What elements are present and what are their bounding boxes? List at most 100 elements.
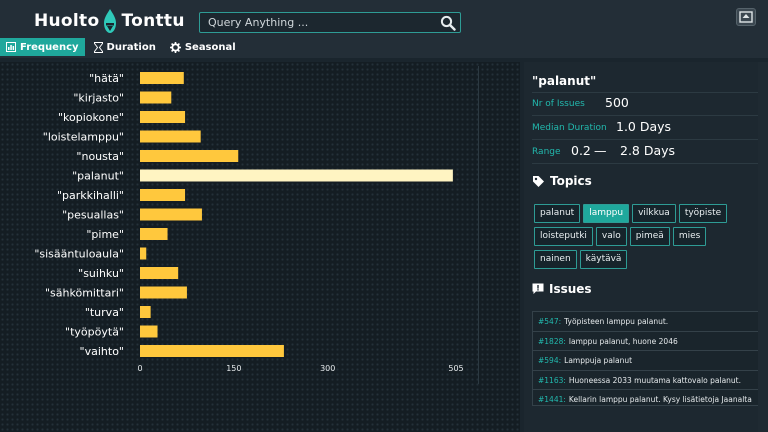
detail-title: "palanut" <box>532 74 597 88</box>
divider <box>532 139 758 140</box>
issue-id[interactable]: #594: <box>538 356 561 365</box>
hourglass-icon <box>93 41 103 53</box>
category-label: "kopiokone" <box>58 111 124 124</box>
tab-frequency[interactable]: Frequency <box>0 38 85 56</box>
issue-row[interactable]: #594: Lamppuja palanut <box>533 351 759 371</box>
issues-count-value: 500 <box>605 95 629 110</box>
median-duration-label: Median Duration <box>532 123 607 133</box>
topic-chip[interactable]: mies <box>672 227 707 246</box>
topics-heading: Topics <box>532 174 592 188</box>
issue-id[interactable]: #1441: <box>538 395 566 404</box>
category-label: "sisääntuloaula" <box>34 248 124 261</box>
range-label: Range <box>532 147 561 157</box>
category-label: "parkkihalli" <box>57 189 124 202</box>
issue-row[interactable]: #547: Työpisteen lamppu palanut. <box>533 312 759 332</box>
x-tick-label: 0 <box>137 364 142 373</box>
bar[interactable] <box>140 169 453 182</box>
bar[interactable] <box>140 325 158 338</box>
detail-panel: "palanut" Nr of Issues 500 Median Durati… <box>524 62 768 432</box>
topic-chip[interactable]: lamppu <box>583 204 630 223</box>
issue-text: Huoneessa 2033 muutama kattovalo palanut… <box>568 375 742 385</box>
search-input[interactable] <box>200 13 436 32</box>
divider <box>532 115 758 116</box>
gear-icon <box>169 41 181 53</box>
issue-row[interactable]: #1441: Kellarin lamppu palanut. Kysy lisä… <box>533 390 759 405</box>
category-label: "työpöytä" <box>65 326 124 339</box>
issue-row[interactable]: #1828: lamppu palanut, huone 2046 <box>533 331 759 351</box>
issue-text: Lamppuja palanut <box>564 356 633 365</box>
brand-name-right: Tonttu <box>121 11 185 31</box>
brand-name-left: Huolto <box>34 11 100 31</box>
category-label: "turva" <box>85 306 124 319</box>
issues-heading-label: Issues <box>549 282 592 296</box>
topic-chip[interactable]: palanut <box>534 204 581 223</box>
alert-message-icon <box>532 283 544 294</box>
bar[interactable] <box>140 306 151 318</box>
search-box <box>199 12 461 33</box>
category-label: "pime" <box>86 228 124 241</box>
topic-chip[interactable]: pimeä <box>629 227 670 246</box>
category-label: "pesuallas" <box>62 209 124 222</box>
brand-logo[interactable]: Huolto Tonttu <box>34 8 185 34</box>
category-label: "hätä" <box>89 72 124 85</box>
x-tick-label: 505 <box>448 364 463 373</box>
bar[interactable] <box>140 247 147 260</box>
x-tick-label: 300 <box>320 364 335 373</box>
export-button[interactable] <box>736 8 756 26</box>
divider <box>532 163 758 164</box>
issue-text: Työpisteen lamppu palanut. <box>564 317 669 326</box>
topic-chip[interactable]: työpiste <box>678 204 728 223</box>
issues-count-label: Nr of Issues <box>532 99 585 109</box>
x-tick-label: 150 <box>226 364 241 373</box>
scrollbar[interactable] <box>758 62 768 432</box>
bar[interactable] <box>140 228 168 240</box>
bar[interactable] <box>140 150 239 162</box>
bar[interactable] <box>140 286 187 299</box>
bar[interactable] <box>140 111 186 123</box>
bar[interactable] <box>140 130 201 143</box>
issue-id[interactable]: #547: <box>538 317 561 326</box>
range-high-value: 2.8 Days <box>620 143 676 158</box>
range-low-value: 0.2 <box>571 143 591 158</box>
category-label: "suihku" <box>78 267 124 280</box>
view-tabs: Frequency Duration Seasonal <box>0 38 245 56</box>
topic-chip[interactable]: vilkkua <box>632 204 676 223</box>
issue-id[interactable]: #1163: <box>538 376 566 385</box>
tab-duration[interactable]: Duration <box>89 38 161 56</box>
issues-list: #547: Työpisteen lamppu palanut. #1828: lam… <box>532 311 760 406</box>
tab-frequency-label: Frequency <box>20 41 79 53</box>
issue-row[interactable]: #1163: Huoneessa 2033 muutama kattovalo p… <box>533 370 759 390</box>
bar[interactable] <box>140 189 186 201</box>
divider <box>532 92 758 93</box>
category-label: "kirjasto" <box>73 92 124 105</box>
issues-heading: Issues <box>532 282 592 296</box>
bar[interactable] <box>140 72 184 84</box>
search-icon[interactable] <box>440 15 456 31</box>
tab-seasonal-label: Seasonal <box>184 41 236 53</box>
frequency-chart-panel: "hätä" "kirjasto" "kopiokone" "loistelamppu… <box>0 62 520 432</box>
category-label: "nousta" <box>76 150 124 163</box>
topic-chip[interactable]: loisteputki <box>534 227 593 246</box>
issue-id[interactable]: #1828: <box>538 337 566 346</box>
median-duration-value: 1.0 Days <box>616 119 672 134</box>
upload-icon <box>739 11 753 23</box>
bar[interactable] <box>140 267 179 279</box>
frequency-bar-chart: "hätä" "kirjasto" "kopiokone" "loistelamppu… <box>34 72 464 373</box>
topic-chip[interactable]: valo <box>595 227 627 246</box>
topic-chip[interactable]: käytävä <box>579 250 628 269</box>
topics-list: palanut lamppu vilkkua työpiste loisteputki v… <box>534 204 754 273</box>
category-label: "vaihto" <box>80 345 124 358</box>
tab-seasonal[interactable]: Seasonal <box>165 38 241 56</box>
top-bar: Huolto Tonttu Query Anything ... Frequen… <box>0 0 768 58</box>
issue-text: lamppu palanut, huone 2046 <box>568 336 678 346</box>
topics-heading-label: Topics <box>550 174 592 188</box>
issue-text: Kellarin lamppu palanut. Kysy lisätietoj… <box>568 395 752 404</box>
bar[interactable] <box>140 345 284 357</box>
category-label: "loistelamppu" <box>43 131 124 144</box>
bar[interactable] <box>140 91 172 104</box>
app-root: Huolto Tonttu Query Anything ... Frequen… <box>0 0 768 432</box>
range-separator: — <box>594 143 607 158</box>
tab-duration-label: Duration <box>106 41 156 53</box>
topic-chip[interactable]: nainen <box>534 250 577 269</box>
bar[interactable] <box>140 208 202 221</box>
